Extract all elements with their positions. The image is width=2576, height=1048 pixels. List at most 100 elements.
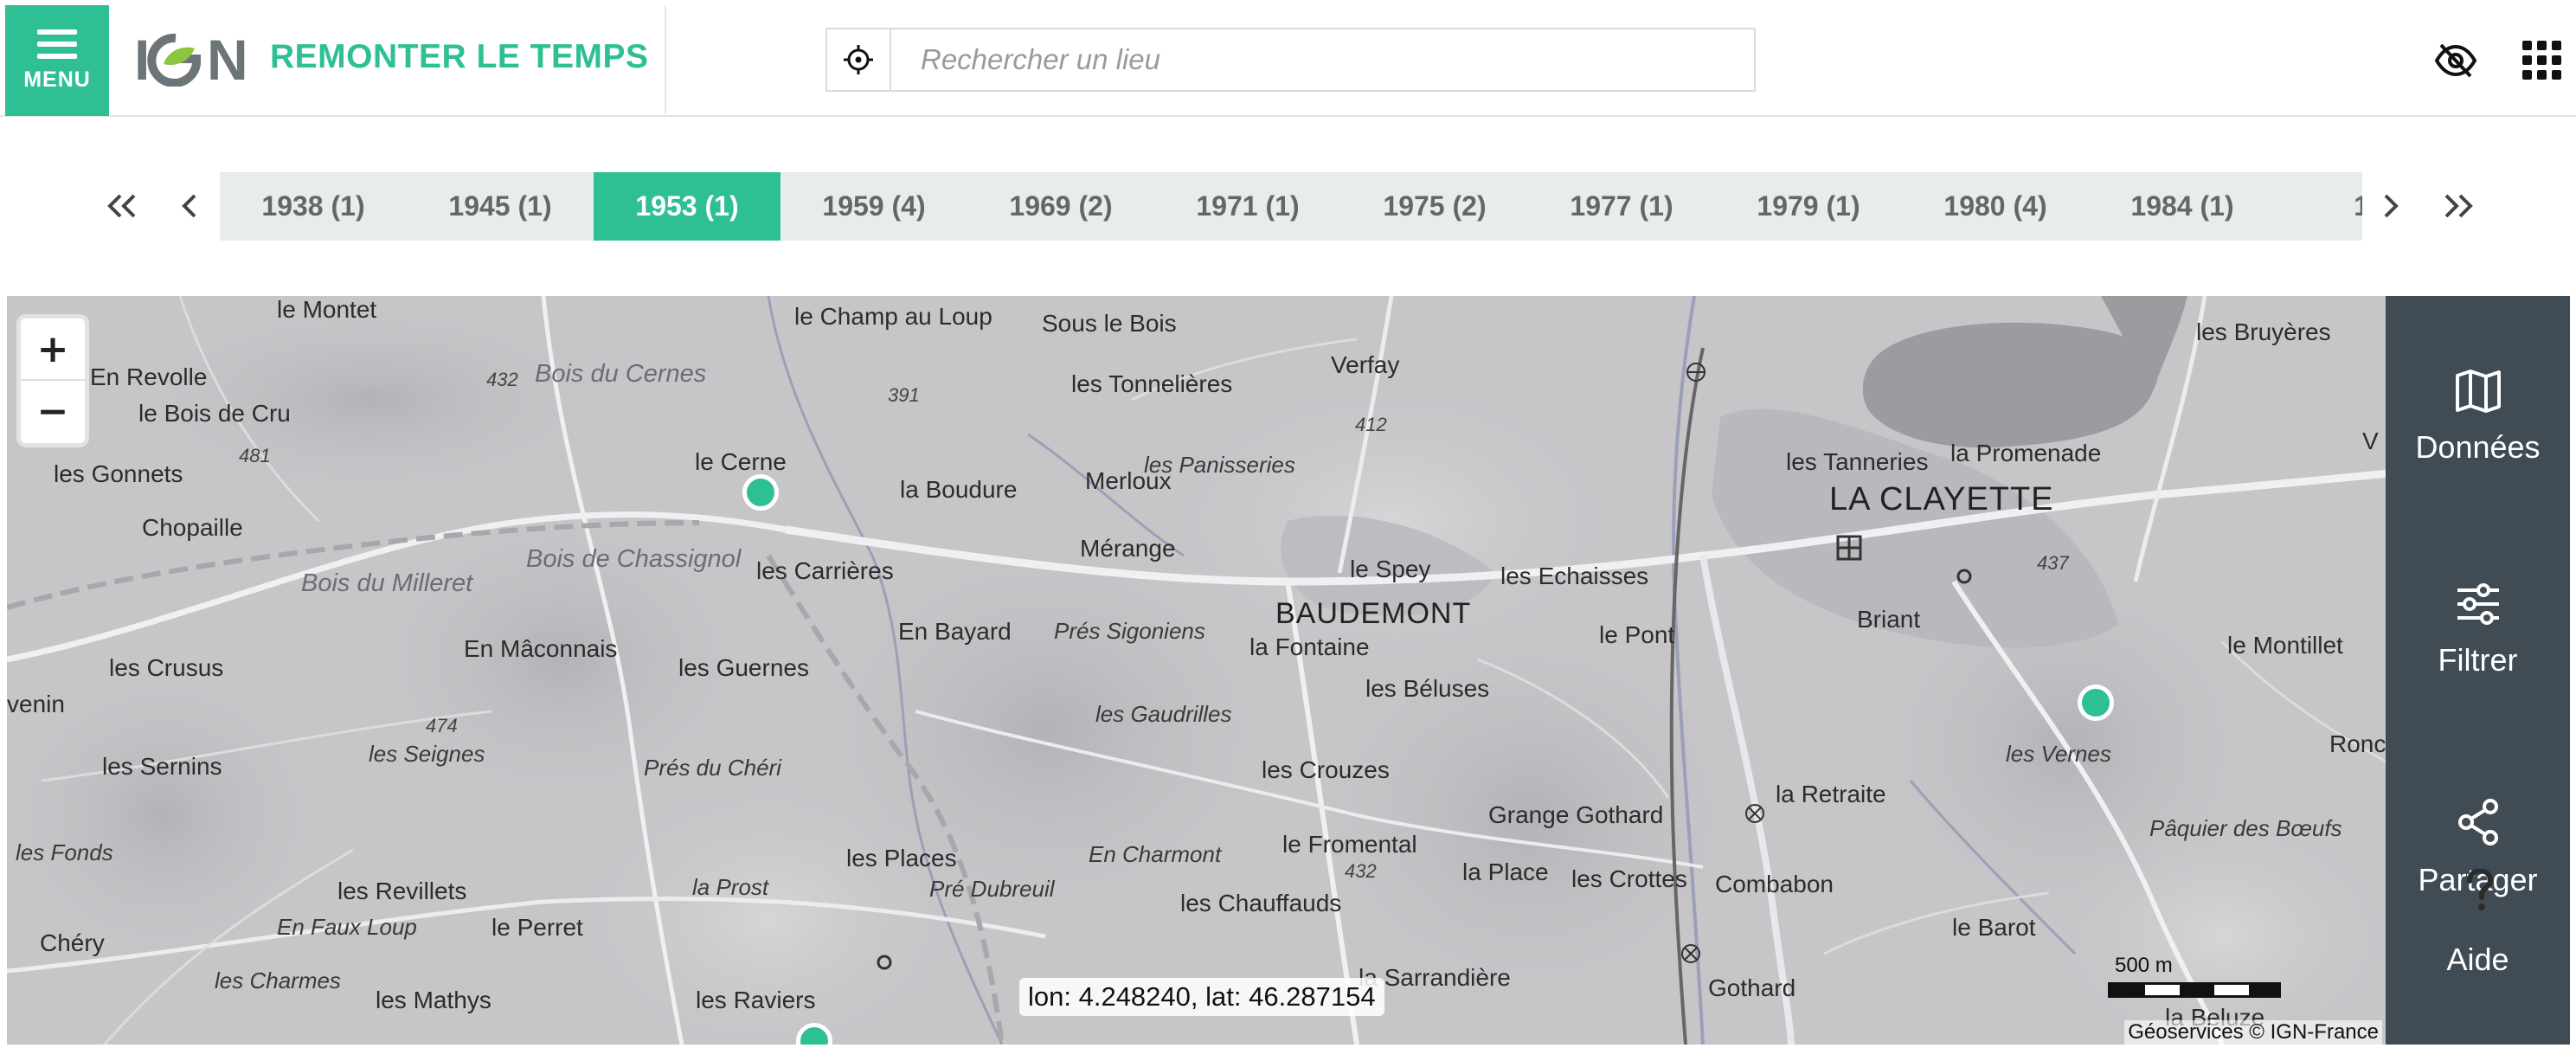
map-label: les Vernes	[2006, 741, 2111, 767]
map-label: BAUDEMONT	[1275, 597, 1472, 630]
map-label: les Gaudrilles	[1095, 701, 1232, 727]
map-label: En Faux Loup	[277, 914, 417, 940]
side-item-label: Filtrer	[2438, 642, 2518, 678]
map-label: les Crottes	[1571, 865, 1687, 892]
coordinates-readout: lon: 4.248240, lat: 46.287154	[1019, 978, 1384, 1016]
search-bar	[825, 28, 1756, 92]
map-label: LA CLAYETTE	[1829, 481, 2054, 518]
eye-off-icon[interactable]	[2430, 35, 2482, 87]
map-label: 437	[2037, 552, 2069, 574]
timeline-year-tab[interactable]: 1977 (1)	[1528, 172, 1715, 241]
map-label: la Retraite	[1776, 781, 1886, 807]
map-label: le Perret	[491, 914, 583, 941]
side-item-label: Données	[2415, 429, 2541, 465]
zoom-out-button[interactable]: −	[21, 381, 85, 443]
map-label: Chéry	[40, 929, 105, 956]
timeline-year-tab[interactable]: 1969 (2)	[967, 172, 1154, 241]
timeline-prev-button[interactable]	[170, 173, 209, 239]
map-label: les Gonnets	[54, 460, 183, 487]
side-item-filtrer[interactable]: Filtrer	[2386, 582, 2570, 678]
photo-marker[interactable]	[742, 474, 779, 511]
map-label: le Champ au Loup	[794, 303, 992, 330]
grid-icon[interactable]	[2516, 35, 2568, 87]
zoom-in-button[interactable]: +	[21, 318, 85, 381]
menu-label: MENU	[23, 67, 91, 92]
map-label: le Bois de Cru	[138, 400, 291, 427]
map-label: les Seignes	[369, 741, 485, 767]
timeline-year-tab[interactable]: 1975 (2)	[1341, 172, 1528, 241]
timeline-year-tab[interactable]: 1980 (4)	[1902, 172, 2089, 241]
timeline-years: 1938 (1) 1945 (1) 1953 (1) 1959 (4) 1969 (2)…	[220, 172, 2362, 241]
timeline-first-button[interactable]	[102, 173, 142, 239]
menu-button[interactable]: MENU	[5, 5, 109, 116]
share-icon	[2457, 799, 2498, 845]
timeline-year-tab[interactable]: 19	[2276, 172, 2362, 241]
header: MENU I N REMONTER LE TEMPS	[0, 0, 2576, 117]
search-input[interactable]	[891, 29, 1752, 90]
map-label: les Places	[846, 845, 957, 871]
map-label: les Chauffauds	[1180, 890, 1342, 916]
map-label: Briant	[1857, 606, 1921, 633]
header-divider	[665, 5, 666, 114]
map-label: En Revolle	[90, 363, 208, 390]
map-label: les Fonds	[16, 839, 113, 865]
map-label: les Crusus	[109, 654, 224, 681]
side-item-aide[interactable]: Aide	[2386, 869, 2570, 978]
map-label: les Panisseries	[1144, 452, 1295, 478]
double-chevron-right-icon	[2444, 194, 2473, 218]
side-panel: Données Filtrer Partager Aide	[2386, 296, 2570, 1045]
map-label: le Montet	[277, 296, 377, 323]
timeline-next-button[interactable]	[2371, 173, 2411, 239]
map-label: les Guernes	[678, 654, 809, 681]
map-label: les Tonnelières	[1071, 370, 1233, 397]
timeline-year-tab[interactable]: 1959 (4)	[781, 172, 967, 241]
map-label: 432	[486, 369, 518, 390]
map-label: Ronce	[2329, 730, 2389, 757]
map-label: les Tanneries	[1786, 448, 1929, 475]
map-label: Sous le Bois	[1042, 310, 1177, 337]
map-label: Chopaille	[142, 514, 243, 541]
ign-logo[interactable]: I N	[134, 29, 252, 87]
scale-label: 500 m	[2115, 954, 2173, 977]
map-label: En Charmont	[1089, 841, 1222, 867]
scale-bar	[2108, 982, 2281, 998]
timeline-year-tab[interactable]: 1945 (1)	[407, 172, 594, 241]
map-label: les Revillets	[337, 878, 467, 904]
map-label: la Fontaine	[1249, 633, 1370, 660]
chevron-left-icon	[182, 194, 196, 218]
map-label: la Prost	[692, 874, 769, 900]
map-label: la Boudure	[900, 476, 1018, 503]
hamburger-icon	[37, 29, 77, 59]
map-label: les Carrières	[756, 557, 894, 584]
side-item-donnees[interactable]: Données	[2386, 369, 2570, 466]
sliders-icon	[2457, 583, 2499, 625]
map-label: le Cerne	[695, 448, 787, 475]
map-label: En Mâconnais	[464, 635, 618, 662]
zoom-control: + −	[21, 318, 85, 443]
map-label: Grange Gothard	[1488, 801, 1664, 828]
crosshair-icon[interactable]	[827, 29, 891, 90]
double-chevron-left-icon	[107, 194, 136, 218]
timeline-year-tab[interactable]: 1984 (1)	[2089, 172, 2276, 241]
map-label: le Barot	[1952, 914, 2036, 941]
map-label: les Sernins	[102, 753, 222, 780]
map-view[interactable]: le Montet En Revolle le Bois de Cru les …	[7, 296, 2389, 1045]
map-label: les Charmes	[215, 968, 341, 993]
timeline-year-tab[interactable]: 1971 (1)	[1154, 172, 1341, 241]
timeline-year-tab[interactable]: 1938 (1)	[220, 172, 407, 241]
svg-text:N: N	[207, 29, 248, 87]
timeline-last-button[interactable]	[2438, 173, 2478, 239]
map-label: les Raviers	[696, 987, 816, 1013]
map-label: venin	[7, 691, 65, 717]
map-label: 481	[239, 445, 271, 466]
timeline-year-tab[interactable]: 1979 (1)	[1715, 172, 1902, 241]
timeline-year-tab[interactable]: 1953 (1)	[594, 172, 781, 241]
map-label: Bois de Chassignol	[526, 545, 742, 573]
map-icon	[2455, 370, 2501, 413]
map-label: 474	[426, 715, 458, 736]
photo-marker[interactable]	[2078, 685, 2114, 721]
map-label: 432	[1345, 860, 1377, 882]
map-attribution[interactable]: Géoservices © IGN-France	[2124, 1020, 2382, 1045]
map-label: le Pont	[1599, 621, 1675, 648]
map-label: les Echaisses	[1500, 563, 1649, 589]
